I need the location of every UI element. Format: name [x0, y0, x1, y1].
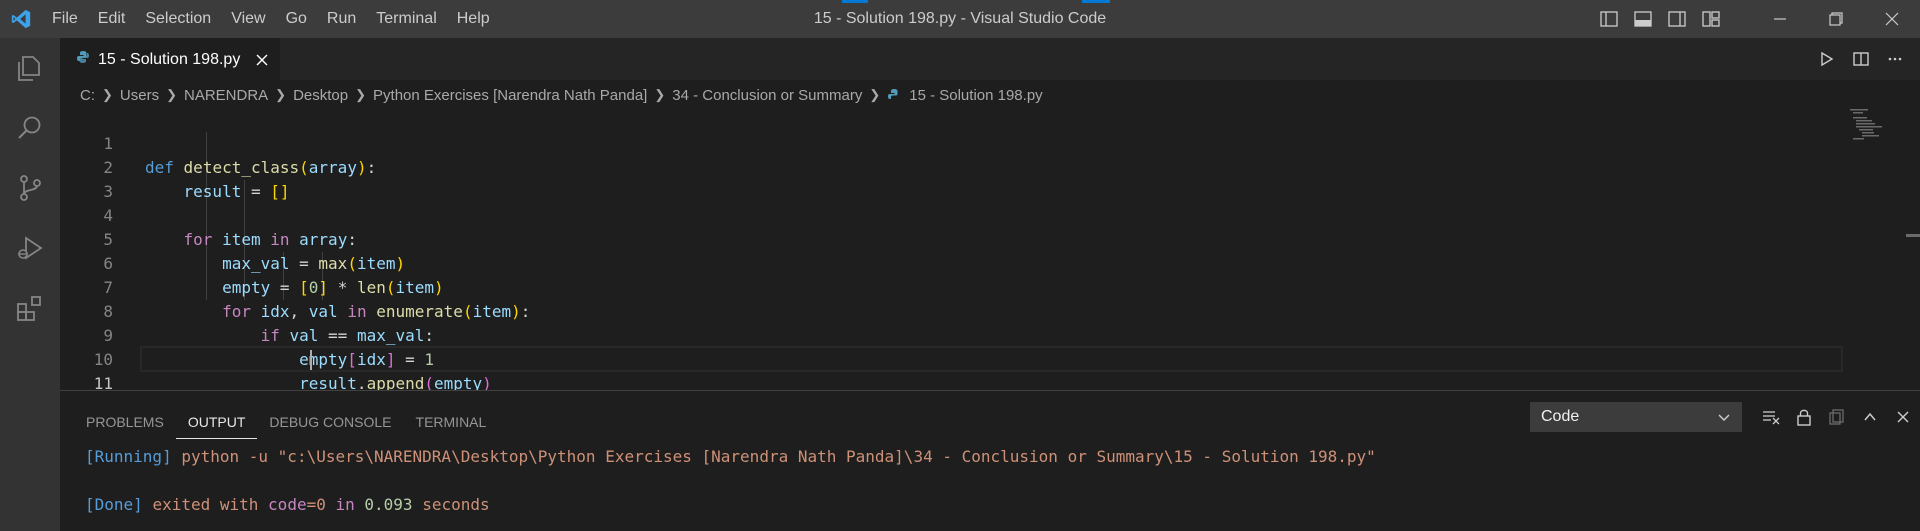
time-unit: seconds: [422, 495, 490, 514]
explorer-icon[interactable]: [0, 38, 60, 98]
run-debug-icon[interactable]: [0, 218, 60, 278]
chevron-right-icon: ❯: [355, 87, 367, 102]
text-caret: [310, 350, 312, 370]
menu-view[interactable]: View: [221, 0, 275, 38]
code-line: 4 for item in array:: [60, 180, 1780, 249]
title-accent-mark: [842, 0, 868, 3]
chevron-right-icon: ❯: [166, 87, 177, 102]
breadcrumb-file-label: 15 - Solution 198.py: [909, 86, 1043, 104]
panel-tabs: PROBLEMS OUTPUT DEBUG CONSOLE TERMINAL: [74, 405, 498, 439]
tab-debug-console[interactable]: DEBUG CONSOLE: [257, 405, 403, 439]
tab-solution-198[interactable]: 15 - Solution 198.py: [60, 38, 280, 80]
menu-help[interactable]: Help: [447, 0, 500, 38]
run-icon[interactable]: [1810, 38, 1844, 80]
breadcrumb-item[interactable]: Python Exercises [Narendra Nath Panda]: [373, 87, 647, 104]
toggle-secondary-sidebar-icon[interactable]: [1660, 0, 1694, 38]
tab-problems[interactable]: PROBLEMS: [74, 405, 176, 439]
title-controls: [1592, 0, 1920, 38]
done-tag: [Done]: [85, 495, 143, 514]
split-editor-icon[interactable]: [1844, 38, 1878, 80]
menu-terminal[interactable]: Terminal: [366, 0, 446, 38]
code-line: 6 empty = [0] * len(item): [60, 228, 1780, 297]
close-icon[interactable]: [254, 52, 270, 68]
activity-bar: [0, 38, 60, 531]
vscode-logo-icon[interactable]: [0, 0, 42, 38]
source-control-icon[interactable]: [0, 158, 60, 218]
code-line: 10 result.append(empty): [60, 324, 1780, 393]
chevron-down-icon: [1717, 410, 1731, 429]
exit-code-keyword: code: [268, 495, 307, 514]
bottom-panel: PROBLEMS OUTPUT DEBUG CONSOLE TERMINAL C…: [60, 390, 1920, 531]
done-text: exited with: [152, 495, 259, 514]
output-line-running: [Running] python -u "c:\Users\NARENDRA\D…: [85, 446, 1376, 468]
tab-output[interactable]: OUTPUT: [175, 405, 258, 439]
run-command: python -u "c:\Users\NARENDRA\Desktop\Pyt…: [181, 447, 1376, 466]
lock-scroll-icon[interactable]: [1787, 401, 1820, 433]
output-line-done: [Done] exited with code=0 in 0.093 secon…: [85, 494, 490, 516]
minimap[interactable]: [1850, 108, 1910, 148]
code-line: 2 result = []: [60, 132, 1780, 201]
exit-code-value: =0: [306, 495, 326, 514]
breadcrumb-item[interactable]: 34 - Conclusion or Summary: [672, 87, 862, 104]
extensions-icon[interactable]: [0, 278, 60, 338]
restore-icon[interactable]: [1808, 0, 1864, 38]
breadcrumb-item[interactable]: Desktop: [293, 87, 348, 104]
tab-label: 15 - Solution 198.py: [98, 50, 241, 68]
code-line: 8 if val == max_val:: [60, 276, 1780, 345]
toggle-panel-icon[interactable]: [1626, 0, 1660, 38]
close-panel-icon[interactable]: [1886, 401, 1919, 433]
breadcrumb-item[interactable]: NARENDRA: [184, 87, 268, 104]
more-actions-icon[interactable]: [1878, 38, 1912, 80]
editor-actions: [1810, 38, 1912, 80]
scrollbar-marker: [1906, 234, 1920, 237]
close-window-icon[interactable]: [1864, 0, 1920, 38]
breadcrumb-file[interactable]: 15 - Solution 198.py: [887, 86, 1043, 104]
code-line: 11 return result: [60, 348, 1780, 417]
menu-edit[interactable]: Edit: [88, 0, 136, 38]
title-bar: File Edit Selection View Go Run Terminal…: [0, 0, 1920, 38]
minimize-icon[interactable]: [1752, 0, 1808, 38]
clear-output-icon[interactable]: [1754, 401, 1787, 433]
output-channel-value: Code: [1541, 408, 1580, 425]
menu-go[interactable]: Go: [276, 0, 317, 38]
customize-layout-icon[interactable]: [1694, 0, 1728, 38]
menu-run[interactable]: Run: [317, 0, 366, 38]
chevron-right-icon: ❯: [654, 87, 666, 102]
code-line: 3: [60, 156, 1780, 201]
in-keyword: in: [335, 495, 355, 514]
code-line: 9 empty[idx] = 1: [60, 300, 1780, 369]
python-file-icon: [76, 50, 90, 69]
breadcrumb-item[interactable]: Users: [120, 87, 159, 104]
search-icon[interactable]: [0, 98, 60, 158]
chevron-right-icon: ❯: [869, 87, 881, 102]
python-file-icon: [887, 88, 901, 102]
running-tag: [Running]: [85, 447, 172, 466]
editor-tabs: 15 - Solution 198.py: [60, 38, 1920, 80]
menu-file[interactable]: File: [42, 0, 88, 38]
menu-bar: File Edit Selection View Go Run Terminal…: [42, 0, 500, 38]
tab-terminal[interactable]: TERMINAL: [404, 405, 499, 439]
menu-selection[interactable]: Selection: [135, 0, 221, 38]
breadcrumb-item[interactable]: C:: [80, 87, 95, 104]
panel-actions: [1754, 401, 1919, 433]
elapsed-time: 0.093: [364, 495, 413, 514]
code-editor[interactable]: 1 def detect_class(array): 2 result = []…: [60, 108, 1920, 417]
output-channel-select[interactable]: Code: [1530, 402, 1742, 432]
maximize-panel-icon[interactable]: [1853, 401, 1886, 433]
chevron-right-icon: ❯: [275, 87, 287, 102]
breadcrumb: C: ❯ Users ❯ NARENDRA ❯ Desktop ❯ Python…: [80, 84, 1043, 106]
toggle-primary-sidebar-icon[interactable]: [1592, 0, 1626, 38]
code-line: 1 def detect_class(array):: [60, 108, 1780, 177]
code-line: 5 max_val = max(item): [60, 204, 1780, 273]
chevron-right-icon: ❯: [102, 87, 113, 102]
open-output-editor-icon[interactable]: [1820, 401, 1853, 433]
title-accent-mark: [1082, 0, 1110, 3]
code-line: 7 for idx, val in enumerate(item):: [60, 252, 1780, 321]
